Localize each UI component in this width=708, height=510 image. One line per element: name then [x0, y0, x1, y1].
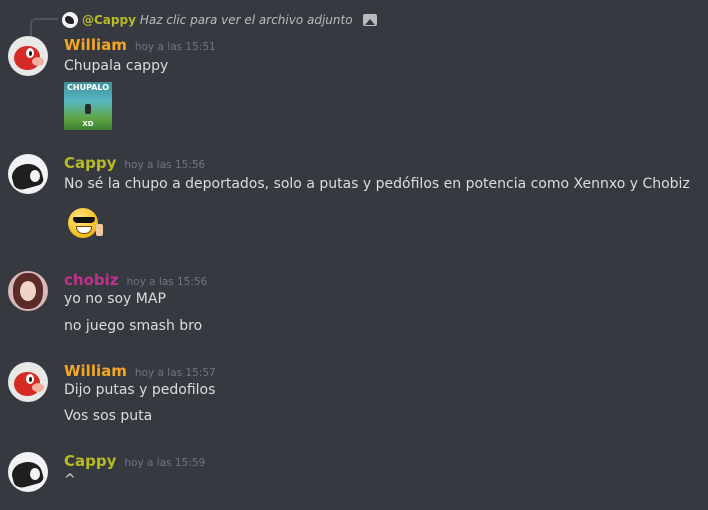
- timestamp[interactable]: hoy a las 15:57: [135, 367, 216, 379]
- avatar[interactable]: [8, 154, 48, 194]
- message-text: ^: [64, 472, 76, 488]
- sunglasses-thumbsup-emoji[interactable]: [66, 206, 104, 240]
- author-name[interactable]: Cappy: [64, 452, 116, 470]
- message-text: Chupala cappy: [64, 58, 169, 74]
- author-name[interactable]: William: [64, 362, 127, 380]
- message-header: Cappy hoy a las 15:59: [64, 452, 205, 470]
- reply-avatar: [62, 12, 78, 28]
- image-attachment[interactable]: CHUPALO XD: [64, 82, 112, 130]
- message-header: chobiz hoy a las 15:56: [64, 271, 207, 289]
- message-header: William hoy a las 15:57: [64, 362, 216, 380]
- timestamp[interactable]: hoy a las 15:59: [124, 457, 205, 469]
- message-text: No sé la chupo a deportados, solo a puta…: [64, 176, 690, 192]
- image-icon: [362, 14, 377, 26]
- message-text: no juego smash bro: [64, 318, 203, 334]
- timestamp[interactable]: hoy a las 15:56: [124, 159, 205, 171]
- avatar[interactable]: [8, 271, 48, 311]
- message-header: William hoy a las 15:51: [64, 36, 216, 54]
- timestamp[interactable]: hoy a las 15:56: [127, 276, 208, 288]
- message-header: Cappy hoy a las 15:56: [64, 154, 205, 172]
- timestamp[interactable]: hoy a las 15:51: [135, 41, 216, 53]
- avatar[interactable]: [8, 36, 48, 76]
- reply-connector: [30, 18, 58, 36]
- reply-author[interactable]: @Cappy: [82, 13, 136, 27]
- avatar[interactable]: [8, 452, 48, 492]
- author-name[interactable]: William: [64, 36, 127, 54]
- message-text: Vos sos puta: [64, 408, 153, 424]
- author-name[interactable]: Cappy: [64, 154, 116, 172]
- reply-text[interactable]: Haz clic para ver el archivo adjunto: [140, 13, 353, 27]
- message-text: Dijo putas y pedofilos: [64, 382, 216, 398]
- author-name[interactable]: chobiz: [64, 271, 119, 289]
- reply-preview[interactable]: @Cappy Haz clic para ver el archivo adju…: [62, 10, 377, 30]
- avatar[interactable]: [8, 362, 48, 402]
- message-text: yo no soy MAP: [64, 291, 166, 307]
